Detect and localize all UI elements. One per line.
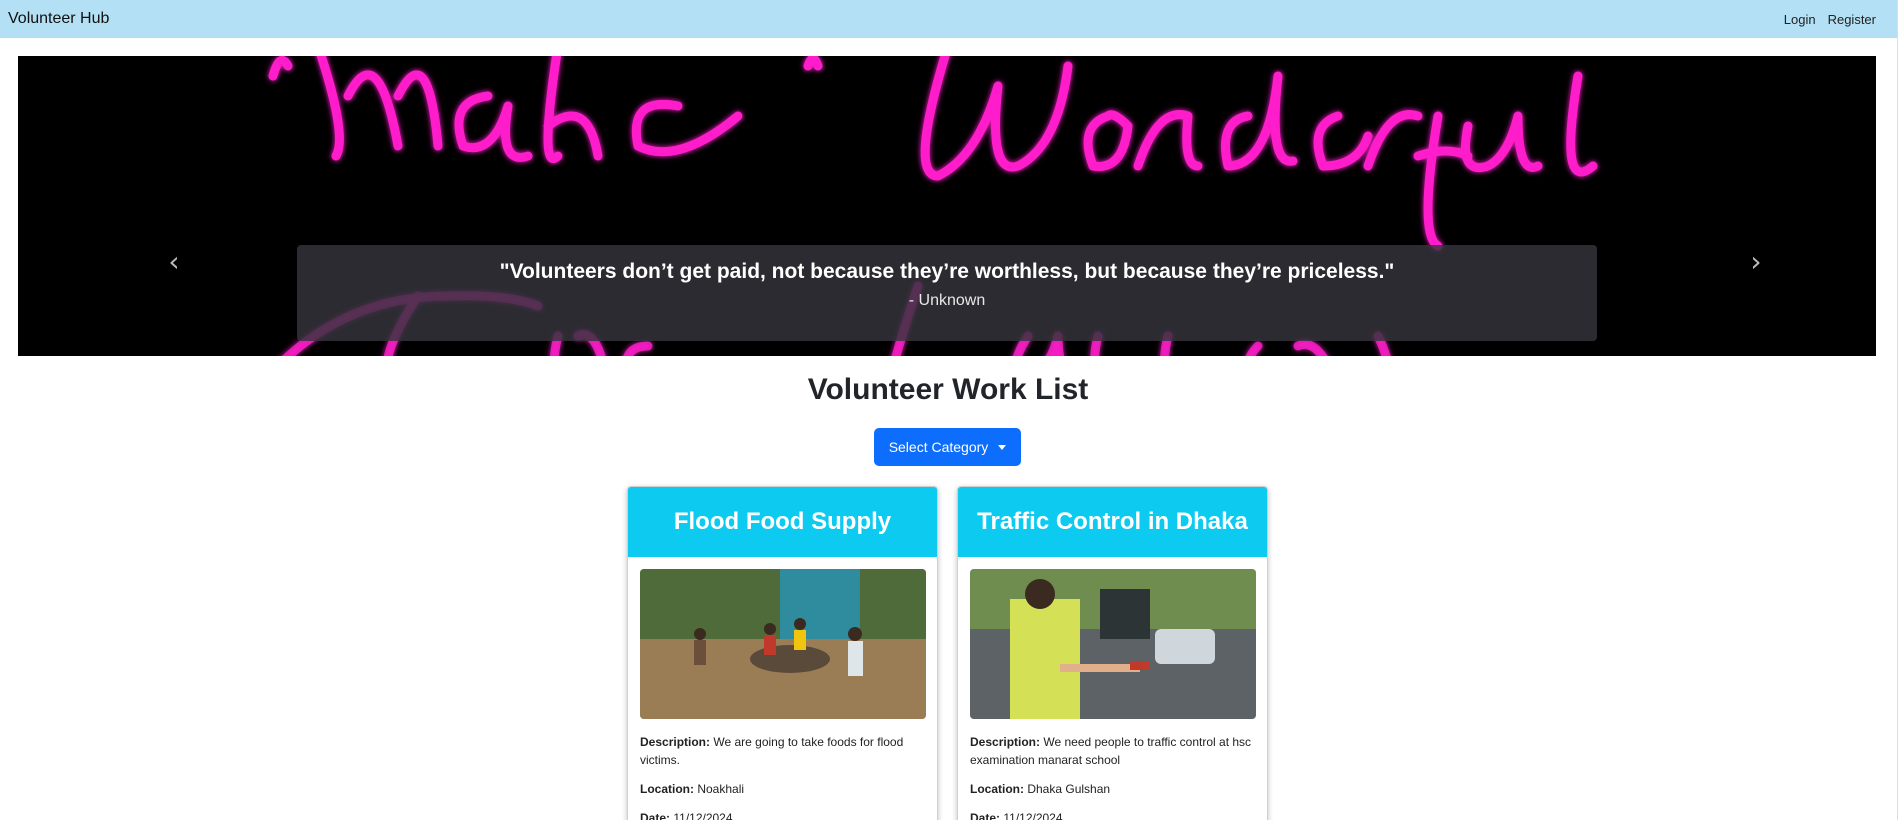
card-location: Location: Dhaka Gulshan <box>970 780 1258 798</box>
caption-quote: "Volunteers don’t get paid, not because … <box>499 260 1395 283</box>
caption-author: - Unknown <box>908 292 986 309</box>
card-body: Description: We need people to traffic c… <box>970 733 1258 820</box>
location-label: Location: <box>970 782 1024 796</box>
volunteer-card[interactable]: Traffic Control in Dhaka Description: We… <box>957 486 1268 820</box>
carousel-caption: "Volunteers don’t get paid, not because … <box>297 245 1597 341</box>
card-date: Date: 11/12/2024 <box>970 809 1258 820</box>
navbar: Volunteer Hub Login Register <box>0 0 1898 38</box>
chevron-left-icon: ‹ <box>168 245 180 278</box>
caret-down-icon <box>998 444 1007 450</box>
volunteer-card[interactable]: Flood Food Supply Description: We are go… <box>627 486 938 820</box>
card-body: Description: We are going to take foods … <box>640 733 928 820</box>
card-description: Description: We need people to traffic c… <box>970 733 1258 769</box>
hero-carousel: ‹ › "Volunteers don’t get paid, not beca… <box>18 56 1876 356</box>
chevron-right-icon: › <box>1750 245 1762 278</box>
card-date: Date: 11/12/2024 <box>640 809 928 820</box>
nav-links: Login Register <box>1784 12 1876 27</box>
location-label: Location: <box>640 782 694 796</box>
dropdown-label: Select Category <box>888 439 989 455</box>
carousel-prev-button[interactable]: ‹ <box>164 248 184 276</box>
card-title: Traffic Control in Dhaka <box>958 487 1267 557</box>
page-title: Volunteer Work List <box>807 373 1089 406</box>
date-text: 11/12/2024 <box>673 811 733 820</box>
carousel-next-button[interactable]: › <box>1746 248 1766 276</box>
card-location: Location: Noakhali <box>640 780 928 798</box>
location-text: Noakhali <box>697 782 745 796</box>
flood-photo <box>640 569 926 719</box>
date-text: 11/12/2024 <box>1003 811 1063 820</box>
location-text: Dhaka Gulshan <box>1027 782 1111 796</box>
select-category-dropdown[interactable]: Select Category <box>874 428 1021 466</box>
date-label: Date: <box>640 811 671 820</box>
traffic-photo <box>970 569 1256 719</box>
card-description: Description: We are going to take foods … <box>640 733 928 769</box>
date-label: Date: <box>970 811 1001 820</box>
description-label: Description: <box>640 735 711 749</box>
login-link[interactable]: Login <box>1784 12 1816 27</box>
description-label: Description: <box>970 735 1041 749</box>
brand-link[interactable]: Volunteer Hub <box>8 10 109 28</box>
card-title: Flood Food Supply <box>628 487 937 557</box>
register-link[interactable]: Register <box>1828 12 1876 27</box>
